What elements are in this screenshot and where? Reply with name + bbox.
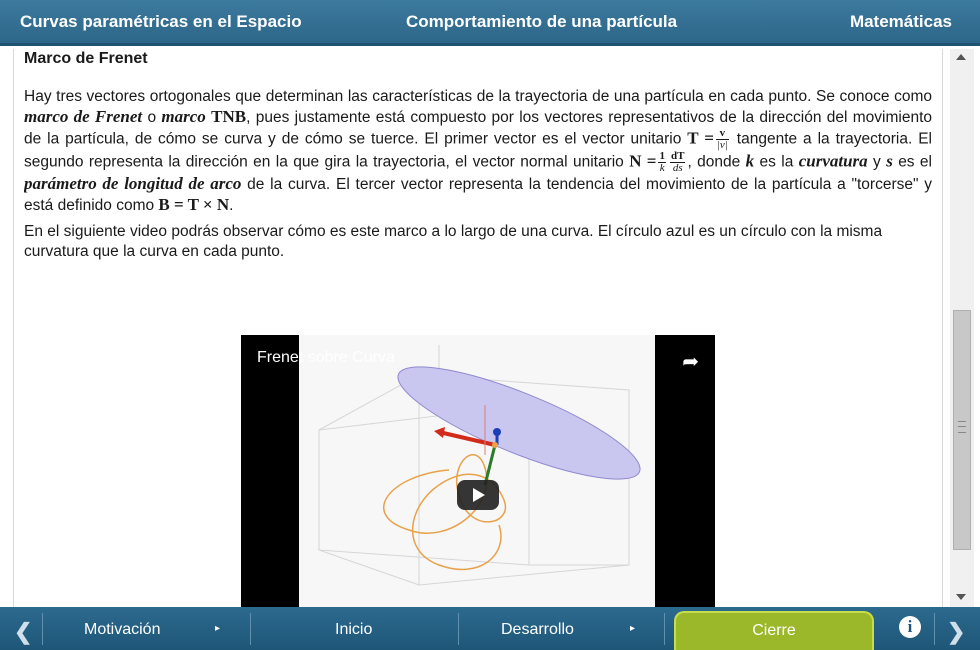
caret-right-icon: ▸ (630, 623, 636, 634)
footer-nav: ❮ Motivación ▸ Inicio Desarrollo ▸ Cierr… (0, 607, 980, 650)
frenet-curve-illustration (318, 345, 641, 586)
term-parametro-longitud-arco: parámetro de longitud de arco (24, 174, 242, 193)
nav-separator (934, 613, 935, 645)
content-right-border (942, 49, 943, 607)
fraction-one-over-k: 1k (658, 151, 666, 174)
subject-title: Matemáticas (849, 12, 952, 31)
lesson-title: Comportamiento de una partícula (406, 12, 678, 31)
fraction-dt-over-ds: dT ds (669, 151, 686, 174)
text: es la (754, 153, 799, 171)
term-curvatura: curvatura (798, 151, 868, 171)
term-marco-frenet: marco de Frenet (24, 107, 143, 126)
paragraph-frenet: Hay tres vectores ortogonales que determ… (24, 87, 932, 216)
video-frame (299, 335, 655, 607)
text: y (867, 153, 887, 171)
nav-separator (250, 613, 251, 645)
info-icon[interactable]: i (899, 616, 921, 638)
scroll-down-arrow-icon[interactable] (956, 594, 966, 600)
share-arrow-icon[interactable]: ➦ (682, 349, 699, 374)
video-title[interactable]: Frenet sobre Curva (257, 349, 395, 367)
nav-separator (458, 613, 459, 645)
paragraph-video-intro: En el siguiente video podrás observar có… (24, 223, 883, 260)
equation-b: B = T × N (158, 195, 230, 214)
header-bar: Curvas paramétricas en el Espacio Compor… (0, 0, 980, 46)
symbol-k: k (745, 151, 755, 171)
nav-item-desarrollo[interactable]: Desarrollo (501, 621, 574, 639)
fraction-denominator: k (659, 162, 665, 174)
course-title: Curvas paramétricas en el Espacio (20, 12, 302, 31)
chevron-right-icon[interactable]: ❯ (947, 619, 965, 645)
nav-item-inicio[interactable]: Inicio (335, 621, 372, 639)
text: . (229, 197, 234, 214)
text: , donde (687, 153, 746, 171)
fraction-denominator: |v| (716, 139, 728, 151)
text: Hay tres vectores ortogonales que determ… (24, 88, 932, 105)
equation-t: T = (687, 128, 714, 148)
caret-right-icon: ▸ (215, 623, 221, 634)
scroll-up-arrow-icon[interactable] (956, 54, 966, 60)
video-player[interactable]: Frenet sobre Curva ➦ (241, 335, 715, 607)
nav-separator (42, 613, 43, 645)
normal-vector (483, 444, 497, 486)
nav-item-motivacion[interactable]: Motivación (84, 621, 160, 639)
fraction-denominator: ds (672, 162, 683, 174)
nav-item-cierre[interactable]: Cierre (674, 611, 874, 650)
section-title: Marco de Frenet (24, 50, 148, 67)
term-tnb: TNB (211, 107, 247, 126)
content-left-border (13, 49, 14, 607)
scrollbar-grip-icon (958, 421, 966, 433)
symbol-s: s (886, 151, 893, 171)
osculating-circle (397, 366, 641, 480)
chevron-left-icon[interactable]: ❮ (14, 619, 32, 645)
nav-separator (664, 613, 665, 645)
term-marco: marco (161, 107, 206, 126)
fraction-v-over-norm-v: v |v| (715, 128, 729, 151)
equation-n: N = (629, 151, 657, 171)
text: o (142, 109, 162, 126)
text: es el (892, 153, 932, 171)
play-icon[interactable] (457, 480, 499, 510)
